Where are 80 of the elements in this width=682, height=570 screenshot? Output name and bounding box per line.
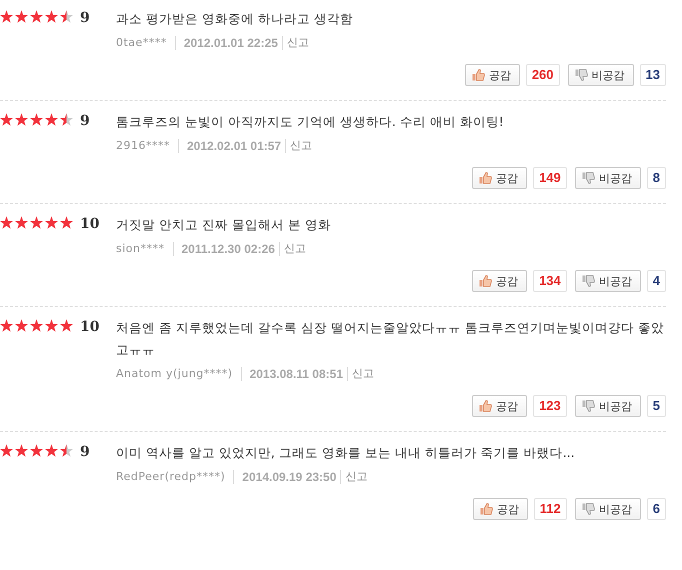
star-icon	[0, 319, 13, 332]
star-icon	[15, 319, 28, 332]
review-date: 2011.12.30 02:26	[182, 242, 280, 256]
rating-score: 9	[80, 9, 91, 28]
half-star-icon	[60, 10, 73, 23]
half-star-icon	[60, 113, 73, 126]
dislike-button[interactable]: 비공감	[568, 64, 634, 86]
star-icon	[0, 216, 13, 229]
star-icon	[0, 10, 13, 23]
half-star-icon	[60, 444, 73, 457]
user-id: 2916****	[116, 139, 179, 153]
rating-score: 9	[80, 443, 91, 462]
report-link[interactable]: 신고	[284, 242, 306, 256]
review-text: 처음엔 좀 지루했었는데 갈수록 심장 떨어지는줄알았다ㅠㅠ 톰크루즈연기며눈빛이며걍다 좋았고ㅠㅠ	[116, 319, 665, 359]
dislike-count: 6	[646, 498, 666, 520]
thumbs-up-icon	[472, 69, 485, 81]
star-icon	[45, 319, 58, 332]
dislike-button[interactable]: 비공감	[574, 167, 641, 189]
like-button[interactable]: 공감	[464, 64, 520, 86]
star-icon	[45, 444, 58, 457]
dislike-button[interactable]: 비공감	[574, 395, 641, 417]
review-text: 거짓말 안치고 진짜 몰입해서 본 영화	[116, 216, 332, 234]
thumbs-down-icon	[582, 275, 595, 287]
like-button[interactable]: 공감	[472, 270, 528, 292]
dislike-count: 4	[646, 270, 666, 292]
star-icon	[30, 216, 43, 229]
rating-score: 10	[80, 215, 100, 234]
star-icon	[30, 113, 43, 126]
rating-score: 10	[80, 318, 100, 337]
like-count: 149	[533, 167, 567, 189]
review-date: 2012.01.01 22:25	[184, 36, 283, 50]
review-date: 2012.02.01 01:57	[187, 139, 286, 153]
report-link[interactable]: 신고	[286, 36, 309, 50]
user-id: 0tae****	[116, 36, 176, 50]
like-count: 123	[533, 395, 567, 417]
like-button[interactable]: 공감	[472, 395, 528, 417]
dislike-count: 5	[646, 395, 666, 417]
dislike-button[interactable]: 비공감	[574, 498, 641, 520]
star-icon	[15, 113, 28, 126]
review-date: 2013.08.11 08:51	[250, 367, 348, 381]
like-button[interactable]: 공감	[472, 498, 528, 520]
thumbs-up-icon	[479, 400, 492, 412]
thumbs-up-icon	[479, 172, 492, 184]
review-text: 톰크루즈의 눈빛이 아직까지도 기억에 생생하다. 수리 애비 화이팅!	[116, 113, 505, 131]
dislike-count: 8	[646, 167, 666, 189]
dislike-button[interactable]: 비공감	[574, 270, 641, 292]
star-icon	[15, 10, 28, 23]
like-count: 134	[533, 270, 567, 292]
thumbs-down-icon	[582, 400, 595, 412]
star-icon	[30, 10, 43, 23]
report-link[interactable]: 신고	[352, 367, 374, 381]
report-link[interactable]: 신고	[290, 139, 312, 153]
star-icon	[0, 444, 13, 457]
star-icon	[30, 319, 43, 332]
star-icon	[30, 444, 43, 457]
like-count: 260	[526, 64, 560, 86]
star-icon	[0, 113, 13, 126]
thumbs-down-icon	[582, 503, 595, 515]
star-icon	[15, 444, 28, 457]
rating-score: 9	[80, 112, 91, 131]
star-icon	[45, 113, 58, 126]
thumbs-up-icon	[479, 275, 492, 287]
dislike-count: 13	[640, 64, 666, 86]
like-button[interactable]: 공감	[472, 167, 528, 189]
review-date: 2014.09.19 23:50	[242, 470, 342, 484]
like-count: 112	[534, 498, 567, 520]
star-icon	[45, 10, 58, 23]
star-icon	[60, 216, 73, 229]
thumbs-up-icon	[480, 503, 493, 515]
star-icon	[45, 216, 58, 229]
report-link[interactable]: 신고	[345, 470, 368, 484]
star-icon	[60, 319, 73, 332]
review-text: 과소 평가받은 영화중에 하나라고 생각함	[116, 10, 354, 28]
user-id: Anatom y(jung****)	[116, 367, 242, 381]
user-id: RedPeer(redp****)	[116, 470, 234, 484]
user-id: sion****	[116, 242, 174, 256]
review-text: 이미 역사를 알고 있었지만, 그래도 영화를 보는 내내 히틀러가 죽기를 바랬다...	[116, 444, 576, 462]
thumbs-down-icon	[574, 69, 588, 81]
star-icon	[15, 216, 28, 229]
thumbs-down-icon	[582, 172, 595, 184]
